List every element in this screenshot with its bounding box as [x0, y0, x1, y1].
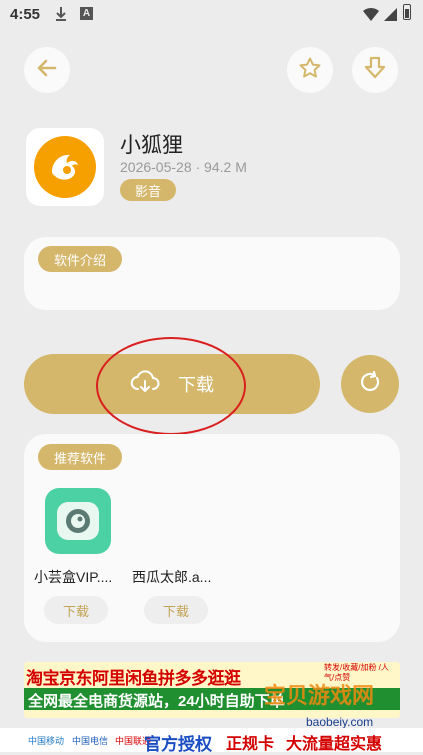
list-item[interactable]: 西瓜太郎.a... 下载	[128, 486, 228, 626]
arrow-left-icon	[36, 57, 58, 84]
slogan-traffic: 大流量超实惠	[286, 736, 383, 753]
slogan-official: 官方授权	[144, 735, 212, 754]
star-icon	[298, 56, 322, 85]
arrow-down-icon	[364, 56, 386, 85]
list-item[interactable]: 小芸盒VIP.... 下载	[28, 486, 128, 626]
status-bar: 4:55 A	[0, 0, 423, 30]
watermark-site: baobeiy.com	[306, 715, 374, 729]
category-badge[interactable]: 影音	[120, 179, 176, 201]
carrier-logo-mobile: 中国移动	[28, 736, 65, 746]
camera-icon	[57, 502, 99, 540]
a-notification-icon: A	[80, 7, 93, 20]
status-time: 4:55	[10, 6, 41, 23]
recommend-download-button[interactable]: 下载	[44, 596, 108, 624]
recommend-label: 推荐软件	[38, 444, 122, 470]
ad-line1: 淘宝京东阿里闲鱼拼多多逛逛	[26, 669, 241, 688]
signal-icon	[383, 6, 398, 26]
recommend-item-name: 小芸盒VIP....	[34, 569, 113, 585]
favorite-button[interactable]	[287, 47, 333, 93]
recommend-download-button[interactable]: 下载	[144, 596, 208, 624]
ad-banner[interactable]: 淘宝京东阿里闲鱼拼多多逛逛 转发/收藏/加粉 /人气/点赞 全网最全电商货源站，…	[24, 662, 400, 718]
app-icon-xiaoyunhe	[45, 488, 111, 554]
intro-label: 软件介绍	[38, 246, 122, 272]
watermark-text: 宝贝游戏网	[264, 683, 375, 708]
app-name: 小狐狸	[120, 134, 183, 157]
download-button[interactable]: 下载	[24, 354, 320, 414]
app-meta: 2026-05-28 · 94.2 M	[120, 159, 247, 175]
refresh-button[interactable]	[341, 355, 399, 413]
refresh-icon	[357, 369, 383, 400]
download-label: 下载	[178, 375, 214, 395]
carrier-strip: 中国移动 中国电信 中国联通 官方授权 正规卡 大流量超实惠	[0, 728, 423, 754]
slogan-regular: 正规卡	[226, 736, 275, 753]
cloud-download-icon	[130, 369, 160, 399]
carrier-logo-telecom: 中国电信	[72, 736, 109, 746]
app-icon	[26, 128, 104, 206]
download-status-icon	[54, 6, 68, 26]
battery-icon	[403, 4, 411, 20]
recommend-item-name: 西瓜太郎.a...	[132, 569, 212, 585]
back-button[interactable]	[24, 47, 70, 93]
wifi-icon	[362, 6, 380, 26]
fox-logo-icon	[34, 136, 96, 198]
download-top-button[interactable]	[352, 47, 398, 93]
ad-line2-text: 全网最全电商货源站，24小时自助下单	[28, 693, 285, 710]
